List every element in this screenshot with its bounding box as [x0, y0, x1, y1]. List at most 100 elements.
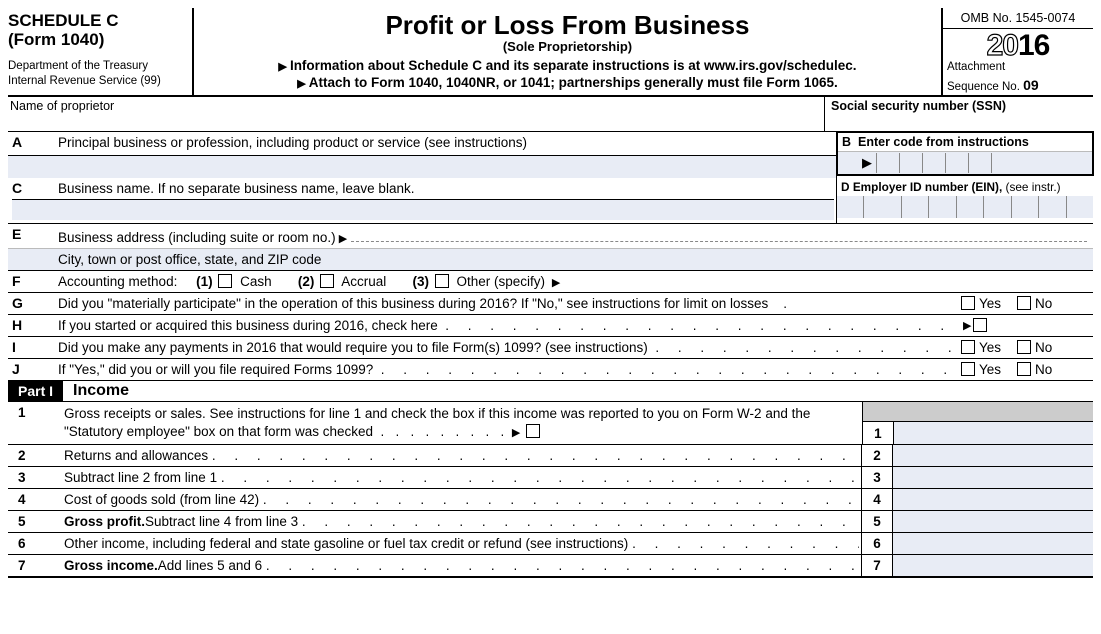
income-line-5: 5 Gross profit. Subtract line 4 from lin…: [8, 511, 1093, 533]
irs-label: Internal Revenue Service (99): [8, 75, 161, 87]
row-i: I Did you make any payments in 2016 that…: [8, 337, 1093, 359]
omb-number: OMB No. 1545-0074: [943, 8, 1093, 29]
line-7-number: 7: [8, 555, 62, 576]
checkbox-accrual[interactable]: [320, 274, 334, 288]
col-num-7: 7: [861, 555, 892, 576]
row-e: E Business address (including suite or r…: [8, 224, 1093, 271]
line-h-text: If you started or acquired this business…: [58, 318, 438, 333]
sequence-label: Sequence No. 09: [943, 77, 1093, 95]
checkbox-h[interactable]: [973, 318, 987, 332]
col-num-6: 6: [861, 533, 892, 554]
row-c-d: C Business name. If no separate business…: [8, 178, 1093, 224]
ein-input[interactable]: [837, 196, 1093, 218]
line-d-suffix: (see instr.): [1002, 180, 1060, 194]
header-left: SCHEDULE C (Form 1040) Department of the…: [8, 8, 194, 95]
line-b-letter: B: [842, 135, 851, 149]
checkbox-cash[interactable]: [218, 274, 232, 288]
line-j-text: If "Yes," did you or will you file requi…: [58, 362, 373, 377]
line-d-letter: D: [841, 180, 850, 194]
line-3-number: 3: [8, 467, 62, 488]
row-g: G Did you "materially participate" in th…: [8, 293, 1093, 315]
row-f: F Accounting method: (1) Cash (2) Accrua…: [8, 271, 1093, 293]
info-line: ▶ Information about Schedule C and its s…: [200, 58, 935, 73]
line-e2-text[interactable]: City, town or post office, state, and ZI…: [56, 249, 1093, 270]
income-line-1: 1 Gross receipts or sales. See instructi…: [8, 402, 1093, 445]
attach-line: ▶ Attach to Form 1040, 1040NR, or 1041; …: [200, 75, 935, 90]
checkbox-i-no[interactable]: [1017, 340, 1031, 354]
grey-stub: [863, 402, 1093, 421]
arrow-icon: ▶: [862, 155, 872, 171]
row-j: J If "Yes," did you or will you file req…: [8, 359, 1093, 381]
address-input[interactable]: [351, 227, 1087, 242]
row-h: H If you started or acquired this busine…: [8, 315, 1093, 337]
arrow-icon: ▶: [549, 277, 561, 289]
line-c-input[interactable]: [12, 199, 834, 220]
income-line-2: 2 Returns and allowances 2: [8, 445, 1093, 467]
ssn-field[interactable]: Social security number (SSN): [824, 97, 1093, 131]
income-line-6: 6 Other income, including federal and st…: [8, 533, 1093, 555]
line-2-number: 2: [8, 445, 62, 466]
arrow-icon: ▶: [336, 232, 348, 245]
line-c-text: Business name. If no separate business n…: [58, 181, 834, 196]
line-h-letter: H: [8, 315, 56, 335]
line-5-number: 5: [8, 511, 62, 532]
header-center: Profit or Loss From Business (Sole Propr…: [194, 8, 941, 95]
col-num-5: 5: [861, 511, 892, 532]
input-line-2[interactable]: [892, 445, 1093, 466]
checkbox-j-no[interactable]: [1017, 362, 1031, 376]
form-number: (Form 1040): [8, 31, 186, 50]
line-7-text: Add lines 5 and 6: [158, 558, 262, 573]
tax-year: 2016: [943, 29, 1093, 61]
proprietor-row: Name of proprietor Social security numbe…: [8, 97, 1093, 132]
income-line-7: 7 Gross income. Add lines 5 and 6 7: [8, 555, 1093, 576]
checkbox-g-yes[interactable]: [961, 296, 975, 310]
checkbox-line-1[interactable]: [526, 424, 540, 438]
col-num-2: 2: [861, 445, 892, 466]
line-3-text: Subtract line 2 from line 1: [64, 470, 217, 485]
line-6-text: Other income, including federal and stat…: [64, 536, 628, 551]
part-1-header: Part I Income: [8, 381, 1093, 402]
input-line-7[interactable]: [892, 555, 1093, 576]
col-num-3: 3: [861, 467, 892, 488]
line-f-content: Accounting method: (1) Cash (2) Accrual …: [56, 271, 1093, 292]
input-line-6[interactable]: [892, 533, 1093, 554]
line-b-code-boxes[interactable]: ▶: [838, 151, 1092, 174]
checkbox-j-yes[interactable]: [961, 362, 975, 376]
line-g-letter: G: [8, 293, 56, 313]
checkbox-other[interactable]: [435, 274, 449, 288]
line-a-input[interactable]: [8, 156, 836, 178]
input-line-3[interactable]: [892, 467, 1093, 488]
input-line-1[interactable]: [893, 422, 1093, 444]
line-7-bold: Gross income.: [64, 558, 158, 573]
line-e1-text: Business address (including suite or roo…: [58, 230, 336, 245]
line-1-number: 1: [8, 402, 62, 444]
line-4-text: Cost of goods sold (from line 42): [64, 492, 259, 507]
line-a-letter: A: [8, 132, 56, 153]
arrow-icon: ▶: [512, 427, 520, 439]
checkbox-i-yes[interactable]: [961, 340, 975, 354]
line-j-letter: J: [8, 359, 56, 379]
schedule-label: SCHEDULE C: [8, 12, 186, 31]
input-line-4[interactable]: [892, 489, 1093, 510]
arrow-icon: ▶: [297, 78, 309, 90]
part-1-label: Part I: [8, 381, 63, 401]
form-subtitle: (Sole Proprietorship): [200, 39, 935, 54]
line-d-text: Employer ID number (EIN),: [853, 180, 1002, 194]
line-b-text: Enter code from instructions: [858, 135, 1029, 149]
line-2-text: Returns and allowances: [64, 448, 208, 463]
line-i-text: Did you make any payments in 2016 that w…: [58, 340, 648, 355]
line-a-text: Principal business or profession, includ…: [56, 132, 836, 153]
checkbox-g-no[interactable]: [1017, 296, 1031, 310]
income-line-4: 4 Cost of goods sold (from line 42) 4: [8, 489, 1093, 511]
proprietor-name-field[interactable]: Name of proprietor: [8, 97, 824, 131]
schedule-c-form: SCHEDULE C (Form 1040) Department of the…: [8, 8, 1093, 578]
line-b-box: B Enter code from instructions ▶: [836, 131, 1094, 176]
header-right: OMB No. 1545-0074 2016 Attachment Sequen…: [941, 8, 1093, 95]
line-e-letter: E: [8, 224, 56, 248]
income-line-3: 3 Subtract line 2 from line 1 3: [8, 467, 1093, 489]
line-f-letter: F: [8, 271, 56, 291]
form-title: Profit or Loss From Business: [200, 10, 935, 41]
col-num-1: 1: [863, 422, 893, 444]
part-1-title: Income: [63, 381, 139, 401]
input-line-5[interactable]: [892, 511, 1093, 532]
